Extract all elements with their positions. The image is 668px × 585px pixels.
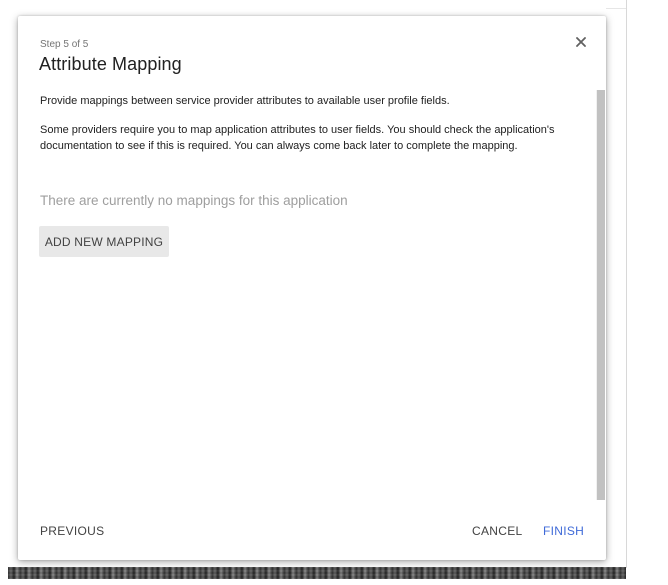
close-icon xyxy=(576,37,586,47)
background-image-strip xyxy=(8,567,626,579)
background-edge xyxy=(606,8,626,9)
empty-state-message: There are currently no mappings for this… xyxy=(40,193,348,208)
finish-button[interactable]: FINISH xyxy=(543,524,584,538)
close-button[interactable] xyxy=(573,34,589,50)
dialog-title: Attribute Mapping xyxy=(39,54,182,74)
attribute-mapping-dialog: Step 5 of 5 Attribute Mapping Provide ma… xyxy=(18,16,606,560)
step-indicator: Step 5 of 5 xyxy=(40,39,89,50)
mapping-instructions: Some providers require you to map applic… xyxy=(40,124,555,152)
previous-button[interactable]: PREVIOUS xyxy=(40,524,104,538)
add-new-mapping-button[interactable]: ADD NEW MAPPING xyxy=(39,226,169,257)
screen: Step 5 of 5 Attribute Mapping Provide ma… xyxy=(0,0,668,585)
mapping-description: Provide mappings between service provide… xyxy=(40,95,450,107)
cancel-button[interactable]: CANCEL xyxy=(472,524,522,538)
scrollbar-thumb[interactable] xyxy=(597,90,605,500)
background-border xyxy=(626,0,627,568)
dialog-scrollbar[interactable] xyxy=(596,90,605,500)
